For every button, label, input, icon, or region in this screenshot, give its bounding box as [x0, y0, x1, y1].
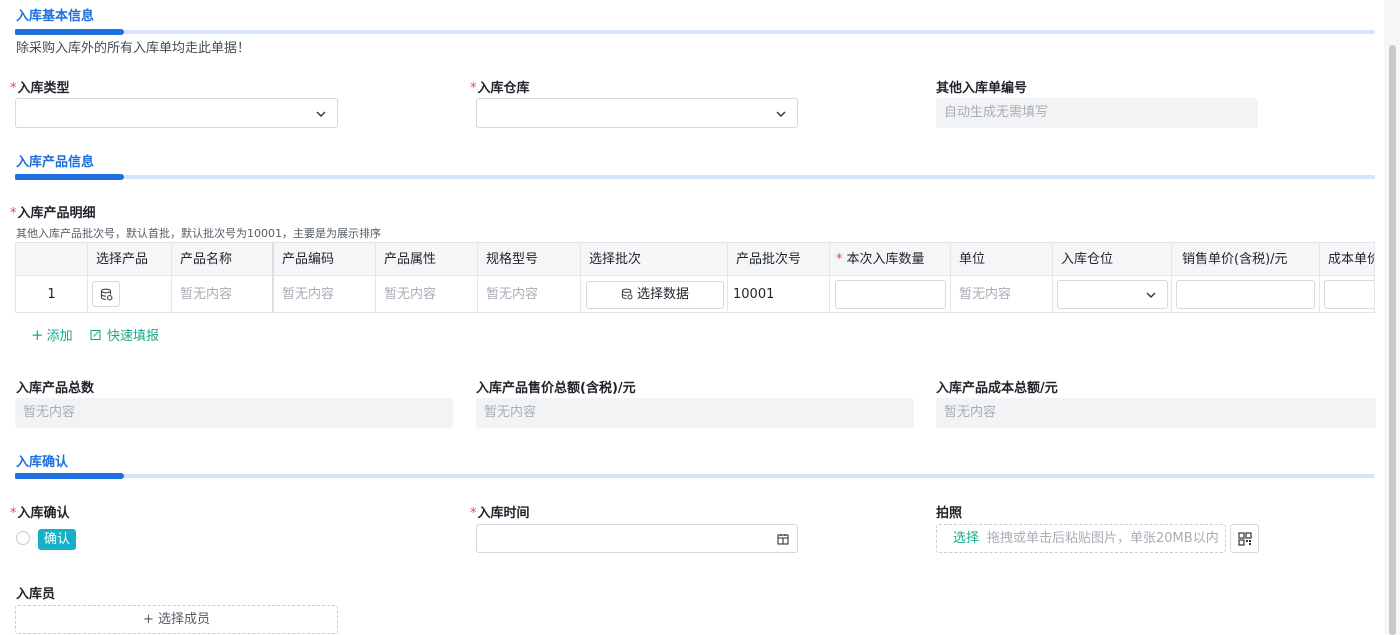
add-row-button[interactable]: + 添加 — [31, 325, 73, 344]
select-product-button[interactable] — [92, 281, 120, 307]
sale-price-input[interactable] — [1176, 280, 1315, 309]
col-index — [16, 243, 88, 275]
location-select[interactable] — [1057, 280, 1168, 309]
total-sale-field: 暂无内容 — [476, 398, 914, 428]
field-label-number: 其他入库单编号 — [936, 81, 1028, 96]
plus-icon: + — [31, 326, 44, 344]
calendar-icon — [777, 534, 789, 545]
cell-location — [1053, 276, 1172, 312]
type-select[interactable] — [15, 98, 338, 128]
photo-upload-area[interactable]: 选择 拖拽或单击后粘贴图片，单张20MB以内 — [936, 524, 1226, 553]
select-data-button[interactable]: 选择数据 — [586, 281, 724, 309]
scrollbar-thumb[interactable] — [1389, 45, 1396, 635]
chevron-down-icon — [776, 111, 786, 117]
confirm-checkbox[interactable] — [16, 531, 30, 545]
col-unit: 单位 — [951, 243, 1053, 275]
chevron-down-icon — [316, 111, 326, 117]
cell-spec: 暂无内容 — [478, 276, 581, 312]
section-divider — [15, 473, 1375, 479]
cell-select-batch: 选择数据 — [581, 276, 728, 312]
quick-fill-button[interactable]: 快速填报 — [90, 325, 159, 344]
cell-quantity — [830, 276, 951, 312]
col-product-name: 产品名称 — [172, 243, 274, 275]
section-title-confirm: 入库确认 — [16, 455, 69, 470]
select-member-button[interactable]: + 选择成员 — [15, 605, 338, 634]
col-spec: 规格型号 — [478, 243, 581, 275]
col-cost-price: 成本单价 — [1320, 243, 1374, 275]
cell-unit: 暂无内容 — [951, 276, 1053, 312]
col-quantity: * 本次入库数量 — [830, 243, 951, 275]
col-sale-price: 销售单价(含税)/元 — [1172, 243, 1320, 275]
quantity-input[interactable] — [835, 280, 946, 309]
product-table: 选择产品 产品名称 产品编码 产品属性 规格型号 选择批次 产品批次号 * 本次入… — [15, 242, 1375, 313]
col-location: 入库仓位 — [1053, 243, 1172, 275]
photo-hint: 拖拽或单击后粘贴图片，单张20MB以内 — [987, 531, 1219, 546]
col-batch-no: 产品批次号 — [728, 243, 830, 275]
cell-select-product — [88, 276, 172, 312]
row-index: 1 — [16, 276, 88, 312]
field-label-warehouse: *入库仓库 — [470, 81, 530, 96]
chevron-down-icon — [1146, 292, 1156, 298]
total-cost-label: 入库产品成本总额/元 — [936, 381, 1058, 396]
col-select-batch: 选择批次 — [581, 243, 728, 275]
total-count-label: 入库产品总数 — [16, 381, 95, 396]
cost-price-input[interactable] — [1324, 280, 1374, 309]
product-detail-note: 其他入库产品批次号，默认首批，默认批次号为10001，主要是为展示排序 — [16, 227, 381, 240]
database-icon — [621, 288, 633, 300]
total-sale-label: 入库产品售价总额(含税)/元 — [476, 381, 636, 396]
col-product-attr: 产品属性 — [376, 243, 478, 275]
field-label-product-detail: *入库产品明细 — [10, 206, 96, 221]
table-header: 选择产品 产品名称 产品编码 产品属性 规格型号 选择批次 产品批次号 * 本次入… — [16, 243, 1374, 276]
cell-sale-price — [1172, 276, 1320, 312]
warehouse-select[interactable] — [476, 98, 798, 128]
section-divider — [15, 174, 1375, 180]
database-icon — [100, 288, 113, 301]
section-note: 除采购入库外的所有入库单均走此单据！ — [16, 41, 251, 56]
qr-code-icon — [1238, 532, 1252, 546]
confirm-tag[interactable]: 确认 — [38, 529, 76, 550]
total-cost-field: 暂无内容 — [936, 398, 1376, 428]
number-field: 自动生成无需填写 — [936, 98, 1258, 128]
section-title-basic: 入库基本信息 — [16, 9, 95, 24]
col-product-code: 产品编码 — [274, 243, 376, 275]
total-count-field: 暂无内容 — [15, 398, 453, 428]
date-picker-input[interactable] — [476, 524, 798, 553]
photo-select-link[interactable]: 选择 — [953, 531, 979, 546]
cell-batch-no: 10001 — [728, 276, 830, 312]
section-title-product: 入库产品信息 — [16, 155, 95, 170]
qr-code-button[interactable] — [1230, 524, 1259, 553]
section-divider — [15, 29, 1375, 35]
field-label-photo: 拍照 — [936, 506, 963, 521]
field-label-confirm: *入库确认 — [10, 506, 70, 521]
cell-product-attr: 暂无内容 — [376, 276, 478, 312]
cell-product-code: 暂无内容 — [274, 276, 376, 312]
col-select-product: 选择产品 — [88, 243, 172, 275]
table-row: 1 暂无内容 暂无内容 暂无内容 暂无内容 选择数据 10001 暂无内容 — [16, 276, 1374, 312]
field-label-type: *入库类型 — [10, 81, 70, 96]
cell-cost-price — [1320, 276, 1374, 312]
cell-product-name: 暂无内容 — [172, 276, 274, 312]
edit-icon — [90, 329, 101, 341]
field-label-staff: 入库员 — [16, 587, 56, 602]
field-label-time: *入库时间 — [470, 506, 530, 521]
